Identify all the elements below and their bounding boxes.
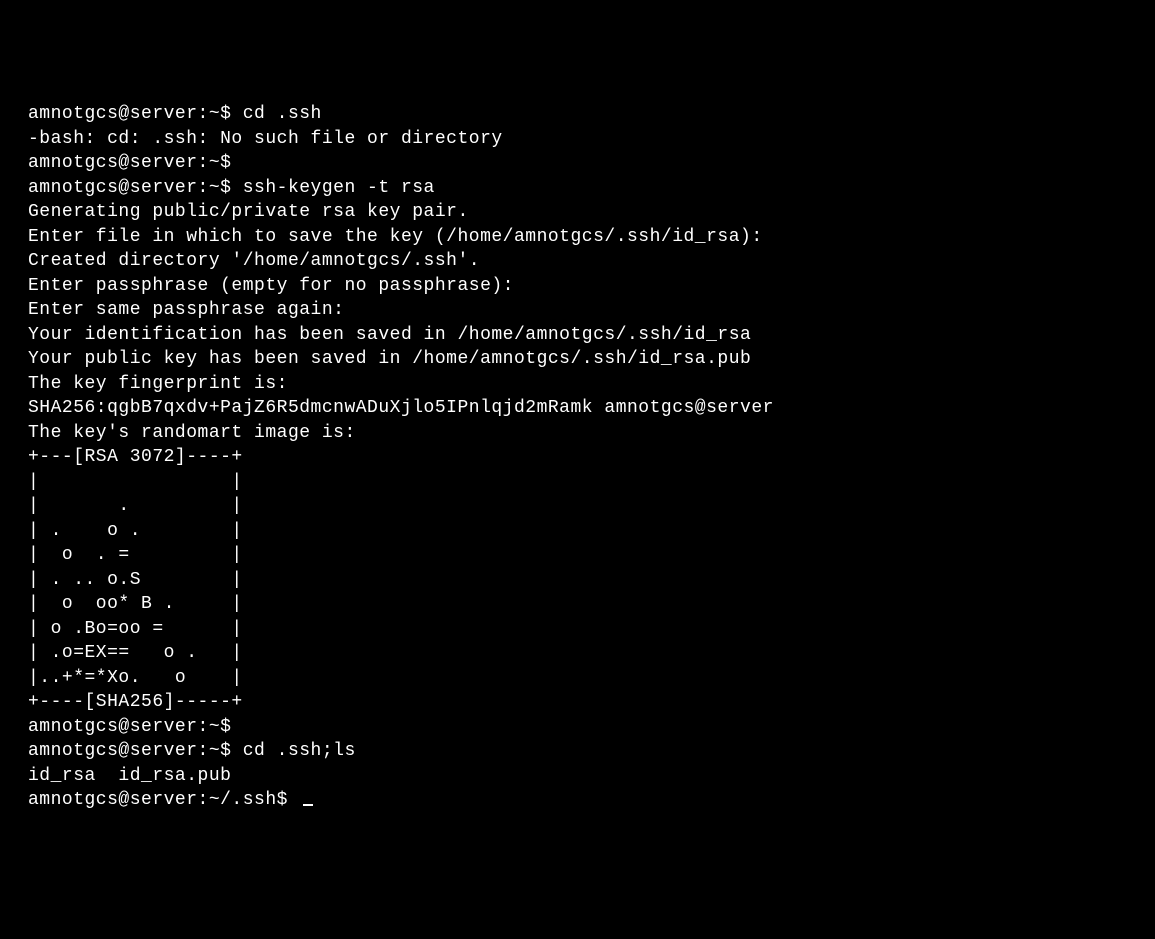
terminal-line: Your public key has been saved in /home/… bbox=[28, 347, 1127, 372]
terminal-line: +---[RSA 3072]----+ bbox=[28, 445, 1127, 470]
terminal-line: Enter passphrase (empty for no passphras… bbox=[28, 274, 1127, 299]
terminal-line: | o .Bo=oo = | bbox=[28, 617, 1127, 642]
terminal-line: The key fingerprint is: bbox=[28, 372, 1127, 397]
terminal-line: Enter file in which to save the key (/ho… bbox=[28, 225, 1127, 250]
terminal-line: | o . = | bbox=[28, 543, 1127, 568]
terminal-output[interactable]: amnotgcs@server:~$ cd .ssh-bash: cd: .ss… bbox=[28, 102, 1127, 813]
terminal-line: The key's randomart image is: bbox=[28, 421, 1127, 446]
terminal-line: | | bbox=[28, 470, 1127, 495]
terminal-line: amnotgcs@server:~$ cd .ssh bbox=[28, 102, 1127, 127]
terminal-line: SHA256:qgbB7qxdv+PajZ6R5dmcnwADuXjlo5IPn… bbox=[28, 396, 1127, 421]
terminal-line: amnotgcs@server:~/.ssh$ bbox=[28, 788, 1127, 813]
terminal-line: amnotgcs@server:~$ ssh-keygen -t rsa bbox=[28, 176, 1127, 201]
terminal-line: amnotgcs@server:~$ cd .ssh;ls bbox=[28, 739, 1127, 764]
terminal-line: +----[SHA256]-----+ bbox=[28, 690, 1127, 715]
terminal-line: | .o=EX== o . | bbox=[28, 641, 1127, 666]
terminal-line: | o oo* B . | bbox=[28, 592, 1127, 617]
terminal-line: | . .. o.S | bbox=[28, 568, 1127, 593]
terminal-line: |..+*=*Xo. o | bbox=[28, 666, 1127, 691]
terminal-line: amnotgcs@server:~$ bbox=[28, 715, 1127, 740]
terminal-line: id_rsa id_rsa.pub bbox=[28, 764, 1127, 789]
terminal-line: Generating public/private rsa key pair. bbox=[28, 200, 1127, 225]
terminal-line: | . o . | bbox=[28, 519, 1127, 544]
terminal-line: Enter same passphrase again: bbox=[28, 298, 1127, 323]
terminal-line: Your identification has been saved in /h… bbox=[28, 323, 1127, 348]
cursor-icon bbox=[303, 804, 313, 806]
terminal-line: | . | bbox=[28, 494, 1127, 519]
terminal-line: Created directory '/home/amnotgcs/.ssh'. bbox=[28, 249, 1127, 274]
terminal-line: -bash: cd: .ssh: No such file or directo… bbox=[28, 127, 1127, 152]
terminal-line: amnotgcs@server:~$ bbox=[28, 151, 1127, 176]
